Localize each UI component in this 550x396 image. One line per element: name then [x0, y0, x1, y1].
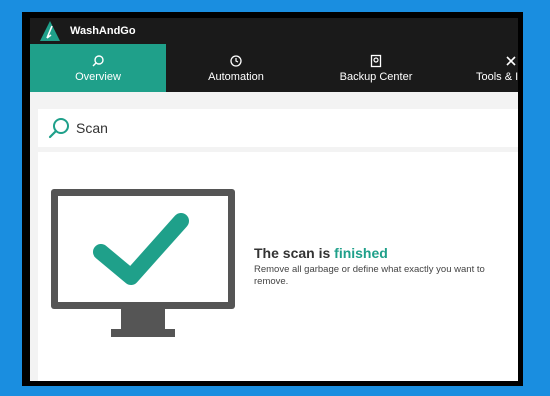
monitor-checkmark-icon: [51, 189, 235, 337]
clock-icon: [229, 53, 243, 69]
tab-label: Tools & I: [476, 71, 518, 83]
headline-accent: finished: [334, 245, 388, 261]
tab-automation[interactable]: Automation: [166, 44, 306, 92]
status-description: Remove all garbage or define what exactl…: [254, 264, 485, 287]
tools-icon: [504, 53, 518, 69]
search-icon: [48, 117, 70, 139]
scan-title: Scan: [76, 120, 108, 136]
main-navigation: Overview Automation Backup Center Tools …: [30, 44, 518, 92]
scan-status: The scan is finished Remove all garbage …: [254, 245, 514, 288]
app-window: WashAndGo Overview Automation Backup Cen…: [30, 18, 518, 381]
status-headline: The scan is finished: [254, 245, 514, 261]
search-icon: [91, 53, 105, 69]
title-bar: WashAndGo: [30, 18, 518, 44]
overview-content: Scan The scan is finished Remove all gar…: [30, 92, 518, 381]
tab-overview[interactable]: Overview: [30, 44, 166, 92]
app-title: WashAndGo: [70, 25, 136, 37]
headline-prefix: The scan is: [254, 245, 335, 261]
backup-icon: [369, 53, 383, 69]
app-logo-icon: [39, 20, 61, 42]
scan-header: Scan: [38, 109, 518, 147]
tab-backup-center[interactable]: Backup Center: [306, 44, 446, 92]
tab-label: Backup Center: [339, 71, 413, 83]
tab-label: Automation: [208, 71, 264, 83]
tab-tools[interactable]: Tools & I: [468, 44, 518, 92]
tab-label: Overview: [75, 71, 121, 83]
